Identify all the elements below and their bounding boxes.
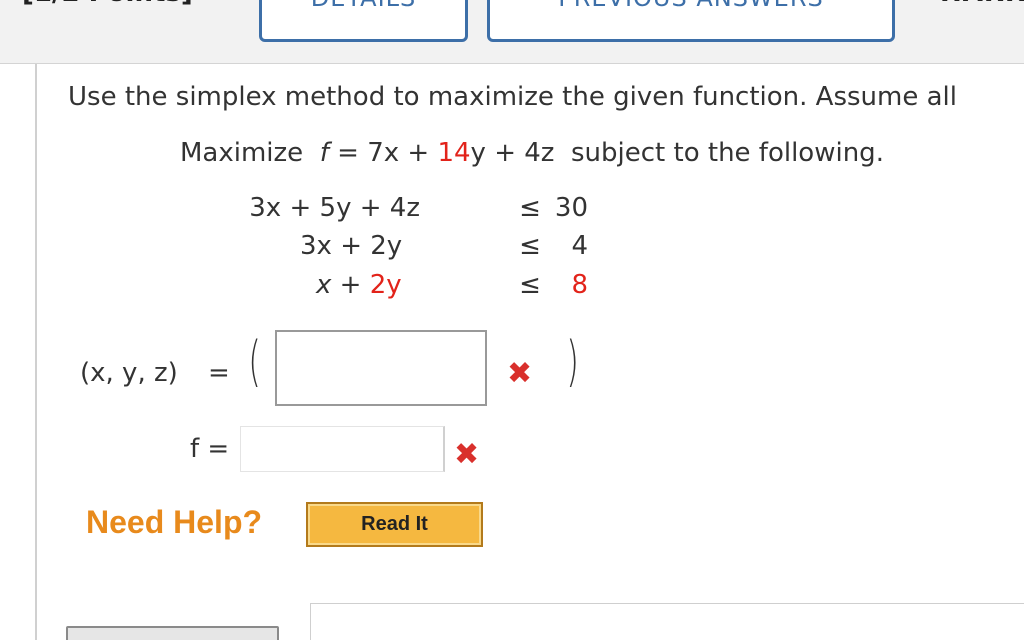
c3-plus-1: + xyxy=(339,270,362,300)
xyz-label: (x, y, z) xyxy=(80,358,178,388)
question-header: [1/2 Points] DETAILS PREVIOUS ANSWERS HA… xyxy=(0,0,1024,64)
objective-term-2-coefficient: 14 xyxy=(437,138,471,168)
subject-to-text: subject to the following. xyxy=(571,138,884,168)
previous-answers-button[interactable]: PREVIOUS ANSWERS xyxy=(487,0,895,42)
previous-answers-button-label: PREVIOUS ANSWERS xyxy=(490,0,892,13)
xyz-answer-input[interactable] xyxy=(275,330,487,406)
c1-term-3: 4z xyxy=(389,193,420,223)
objective-term-3: 4z xyxy=(524,138,555,168)
details-button-label: DETAILS xyxy=(262,0,465,13)
incorrect-x-icon: ✖ xyxy=(507,356,533,391)
left-parenthesis: ( xyxy=(248,330,261,393)
objective-term-1: 7x xyxy=(367,138,400,168)
c1-plus-1: + xyxy=(289,193,312,223)
c3-term-2: 2y xyxy=(369,270,402,300)
incorrect-x-icon: ✖ xyxy=(454,437,480,472)
constraint-1-lhs: 3x + 5y + 4z xyxy=(130,193,420,223)
constraint-2-rhs: 4 xyxy=(571,231,588,261)
constraint-3-lhs: x + 2y xyxy=(316,270,402,300)
objective-function: Maximize f = 7x + 14y + 4z subject to th… xyxy=(180,138,884,168)
xyz-equals: = xyxy=(208,358,230,388)
hark-label[interactable]: HARK xyxy=(940,0,1024,8)
f-label: f = xyxy=(190,434,230,464)
c3-term-1: x xyxy=(316,270,332,300)
read-it-button[interactable]: Read It xyxy=(306,502,483,547)
constraint-2-lhs: 3x + 2y xyxy=(300,231,402,261)
f-answer-input[interactable] xyxy=(240,426,445,472)
c2-plus-1: + xyxy=(340,231,362,261)
c2-term-1: 3x xyxy=(300,231,332,261)
points-label: [1/2 Points] xyxy=(22,0,193,8)
submit-answer-button[interactable] xyxy=(66,626,279,640)
details-button[interactable]: DETAILS xyxy=(259,0,468,42)
bottom-panel xyxy=(310,603,1024,640)
objective-plus-2: + xyxy=(494,138,516,168)
objective-plus-1: + xyxy=(407,138,430,168)
constraint-3-rhs: 8 xyxy=(571,270,588,300)
c1-plus-2: + xyxy=(359,193,382,223)
constraint-1-rhs: 30 xyxy=(554,193,588,223)
function-name: f xyxy=(319,138,329,168)
maximize-prefix: Maximize xyxy=(180,138,304,168)
objective-term-2-variable: y xyxy=(470,138,486,168)
objective-equals: = xyxy=(337,138,359,168)
c1-term-2: 5y xyxy=(319,193,352,223)
need-help-label: Need Help? xyxy=(86,504,263,540)
question-instructions: Use the simplex method to maximize the g… xyxy=(68,82,958,112)
right-parenthesis: ) xyxy=(566,330,579,393)
c2-term-2: 2y xyxy=(370,231,403,261)
c1-term-1: 3x xyxy=(249,193,282,223)
left-divider xyxy=(35,64,37,640)
